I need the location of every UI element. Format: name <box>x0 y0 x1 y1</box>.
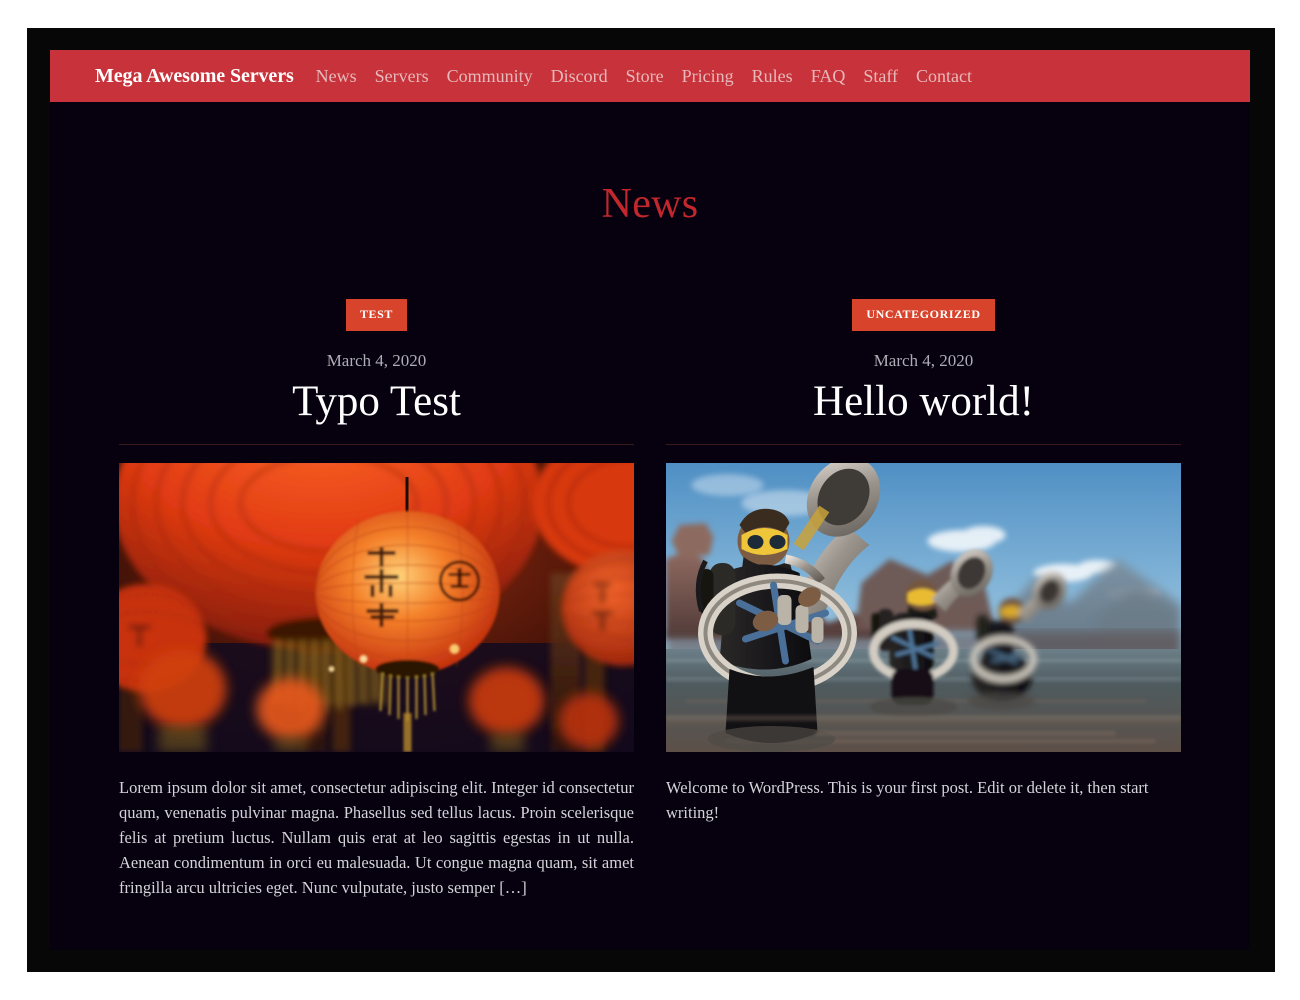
post-card: UNCATEGORIZED March 4, 2020 Hello world! <box>666 299 1181 901</box>
nav-item-servers[interactable]: Servers <box>375 66 429 87</box>
page-title: News <box>601 181 699 227</box>
nav-item-faq[interactable]: FAQ <box>811 66 846 87</box>
main-navigation: News Servers Community Discord Store Pri… <box>316 66 972 87</box>
post-title[interactable]: Typo Test <box>119 378 634 426</box>
nav-item-news[interactable]: News <box>316 66 357 87</box>
scuba-divers-sousaphones-photo[interactable] <box>666 463 1181 753</box>
nav-item-pricing[interactable]: Pricing <box>682 66 734 87</box>
post-divider <box>119 444 634 446</box>
post-date: March 4, 2020 <box>326 351 427 370</box>
page-frame: Mega Awesome Servers News Servers Commun… <box>27 28 1275 972</box>
nav-item-community[interactable]: Community <box>447 66 533 87</box>
red-paper-lanterns-photo[interactable] <box>119 463 634 753</box>
post-excerpt: Lorem ipsum dolor sit amet, consectetur … <box>119 778 635 898</box>
nav-item-rules[interactable]: Rules <box>752 66 793 87</box>
site-brand[interactable]: Mega Awesome Servers <box>95 65 294 88</box>
site-header: Mega Awesome Servers News Servers Commun… <box>50 50 1250 102</box>
nav-item-store[interactable]: Store <box>626 66 664 87</box>
post-divider <box>666 444 1181 446</box>
content-panel: News TEST March 4, 2020 Typo Test Lorem … <box>50 102 1250 950</box>
post-card: TEST March 4, 2020 Typo Test Lorem ipsum… <box>119 299 634 901</box>
post-category-badge[interactable]: UNCATEGORIZED <box>852 299 995 331</box>
post-excerpt: Welcome to WordPress. This is your first… <box>666 778 1149 823</box>
post-title[interactable]: Hello world! <box>666 378 1181 426</box>
posts-grid: TEST March 4, 2020 Typo Test Lorem ipsum… <box>50 299 1250 901</box>
post-category-badge[interactable]: TEST <box>345 299 408 331</box>
nav-item-staff[interactable]: Staff <box>863 66 898 87</box>
post-date: March 4, 2020 <box>873 351 974 370</box>
nav-item-contact[interactable]: Contact <box>916 66 972 87</box>
nav-item-discord[interactable]: Discord <box>551 66 608 87</box>
